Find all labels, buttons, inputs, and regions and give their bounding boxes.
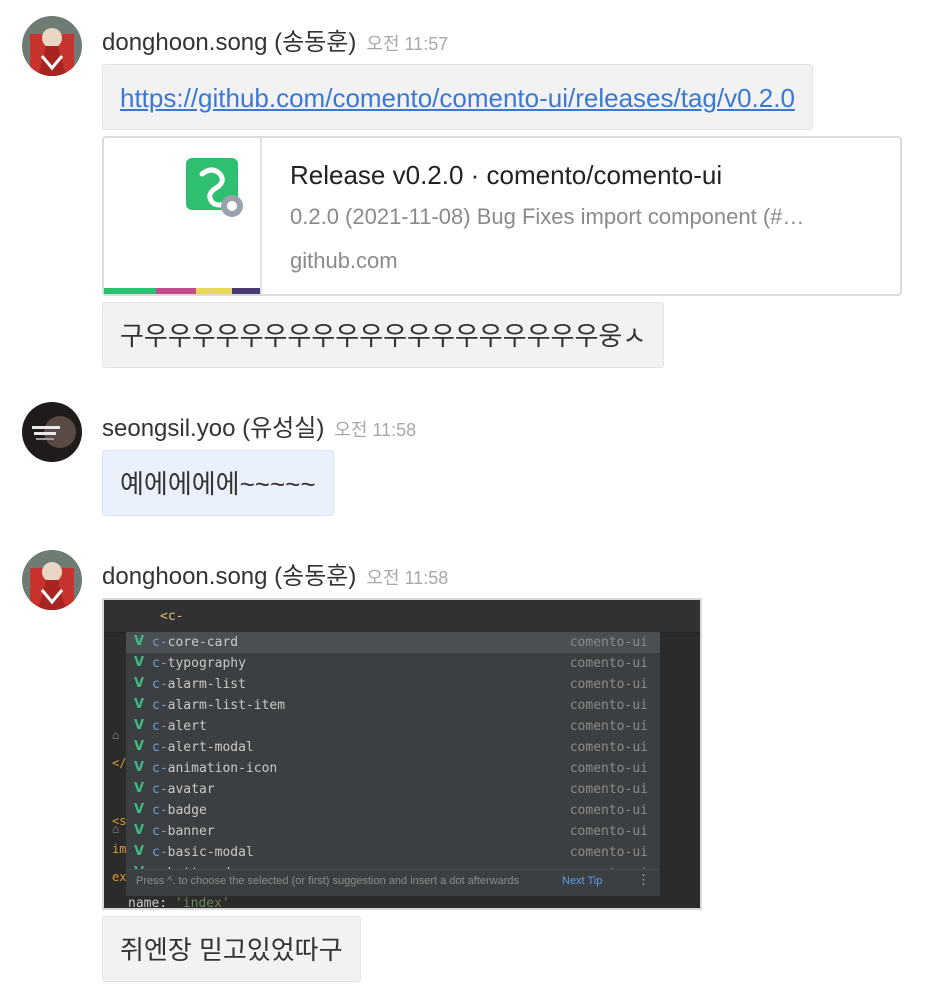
author-name[interactable]: donghoon.song (송동훈) — [102, 563, 356, 590]
autocomplete-popup[interactable]: Vc-core-card comento-ui Vc-typography comen… — [126, 632, 660, 896]
code-key: name: — [128, 896, 175, 910]
suggestion-source: comento-ui — [569, 656, 648, 671]
keyword-glyph: im — [112, 842, 127, 856]
suggestion-name: c-alert — [152, 719, 207, 734]
attached-screenshot[interactable]: <c- ⌂ </ <s ⌂ im ex Vc-core-card comento-… — [102, 598, 702, 910]
vue-icon: V — [134, 802, 145, 817]
tag-glyph: </ — [112, 756, 127, 770]
suggestion-row[interactable]: Vc-badge comento-ui — [126, 800, 660, 821]
suggestion-row[interactable]: Vc-basic-modal comento-ui — [126, 842, 660, 863]
message-text: 예에에에에~~~~~ — [120, 469, 316, 499]
suggestion-source: comento-ui — [569, 740, 648, 755]
preview-domain: github.com — [290, 248, 398, 273]
vue-icon: V — [134, 781, 145, 796]
vue-icon: V — [134, 718, 145, 733]
suggestion-name: c-typography — [152, 656, 246, 671]
suggestion-source: comento-ui — [569, 803, 648, 818]
timestamp: 오전 11:58 — [366, 568, 449, 588]
preview-title[interactable]: Release v0.2.0 · comento/comento-ui — [290, 160, 722, 191]
suggestion-name: c-banner — [152, 824, 215, 839]
comento-logo-icon — [186, 158, 243, 217]
message-header: donghoon.song (송동훈) 오전 11:57 — [102, 22, 448, 57]
preview-thumbnail — [104, 138, 262, 294]
code-line: name: 'index' — [128, 896, 230, 910]
code-value: 'index' — [174, 896, 230, 910]
suggestion-source: comento-ui — [569, 677, 648, 692]
message-bubble: 예에에에에~~~~~ — [102, 450, 334, 516]
suggestion-name: c-alarm-list — [152, 677, 246, 692]
link-preview-card[interactable]: Release v0.2.0 · comento/comento-ui 0.2.… — [102, 136, 902, 296]
editor-current-line: <c- — [104, 600, 700, 633]
more-icon[interactable]: ⋮ — [637, 872, 650, 888]
vue-icon: V — [134, 760, 145, 775]
vue-icon: V — [134, 739, 145, 754]
suggestion-row[interactable]: Vc-core-card comento-ui — [126, 632, 660, 653]
timestamp: 오전 11:57 — [366, 34, 449, 54]
suggestion-name: c-alarm-list-item — [152, 698, 286, 713]
vue-icon: V — [134, 697, 145, 712]
suggestion-name: c-avatar — [152, 782, 215, 797]
avatar-donghoon[interactable] — [22, 550, 82, 610]
suggestion-row[interactable]: Vc-banner comento-ui — [126, 821, 660, 842]
suggestion-source: comento-ui — [569, 698, 648, 713]
message-bubble: https://github.com/comento/comento-ui/re… — [102, 64, 813, 130]
message-bubble: 쥐엔장 믿고있었따구 — [102, 916, 361, 982]
suggestion-row[interactable]: Vc-avatar comento-ui — [126, 779, 660, 800]
vue-icon: V — [134, 823, 145, 838]
suggestion-name: c-basic-modal — [152, 845, 254, 860]
author-name[interactable]: donghoon.song (송동훈) — [102, 29, 356, 56]
suggestion-row[interactable]: Vc-alarm-list-item comento-ui — [126, 695, 660, 716]
suggestion-source: comento-ui — [569, 782, 648, 797]
fold-icon: ⌂ — [112, 822, 120, 836]
suggestion-source: comento-ui — [569, 719, 648, 734]
suggestion-name: c-animation-icon — [152, 761, 278, 776]
suggestion-name: c-alert-modal — [152, 740, 254, 755]
suggestion-source: comento-ui — [569, 761, 648, 776]
suggestion-row[interactable]: Vc-alert comento-ui — [126, 716, 660, 737]
keyword-glyph: ex — [112, 870, 127, 884]
message-header: donghoon.song (송동훈) 오전 11:58 — [102, 556, 448, 591]
vue-icon: V — [134, 676, 145, 691]
suggestion-source: comento-ui — [569, 824, 648, 839]
vue-icon: V — [134, 634, 145, 649]
autocomplete-hint-bar: Press ^. to choose the selected (or firs… — [126, 869, 658, 894]
suggestion-source: comento-ui — [569, 845, 648, 860]
timestamp: 오전 11:58 — [334, 420, 417, 440]
release-link[interactable]: https://github.com/comento/comento-ui/re… — [120, 83, 795, 113]
suggestion-row[interactable]: Vc-typography comento-ui — [126, 653, 660, 674]
fold-icon: ⌂ — [112, 728, 120, 742]
avatar-donghoon[interactable] — [22, 16, 82, 76]
suggestion-row[interactable]: Vc-alarm-list comento-ui — [126, 674, 660, 695]
preview-description: 0.2.0 (2021-11-08) Bug Fixes import comp… — [290, 204, 805, 229]
message-header: seongsil.yoo (유성실) 오전 11:58 — [102, 408, 416, 443]
suggestion-row[interactable]: Vc-animation-icon comento-ui — [126, 758, 660, 779]
suggestion-row[interactable]: Vc-alert-modal comento-ui — [126, 737, 660, 758]
suggestion-name: c-core-card — [152, 635, 239, 650]
message-text: 구우우우우우우우우우우우우우우우우우우우웅ㅅ — [120, 321, 647, 351]
message-bubble: 구우우우우우우우우우우우우우우우우우우우웅ㅅ — [102, 302, 665, 368]
vue-icon: V — [134, 655, 145, 670]
author-name[interactable]: seongsil.yoo (유성실) — [102, 415, 324, 442]
hint-text: Press ^. to choose the selected (or firs… — [136, 875, 520, 887]
suggestion-name: c-badge — [152, 803, 207, 818]
vue-icon: V — [134, 844, 145, 859]
avatar-seongsil[interactable] — [22, 402, 82, 462]
typed-text: <c- — [160, 609, 184, 624]
next-tip-link[interactable]: Next Tip — [562, 875, 602, 887]
suggestion-source: comento-ui — [569, 635, 648, 650]
message-text: 쥐엔장 믿고있었따구 — [120, 935, 343, 965]
